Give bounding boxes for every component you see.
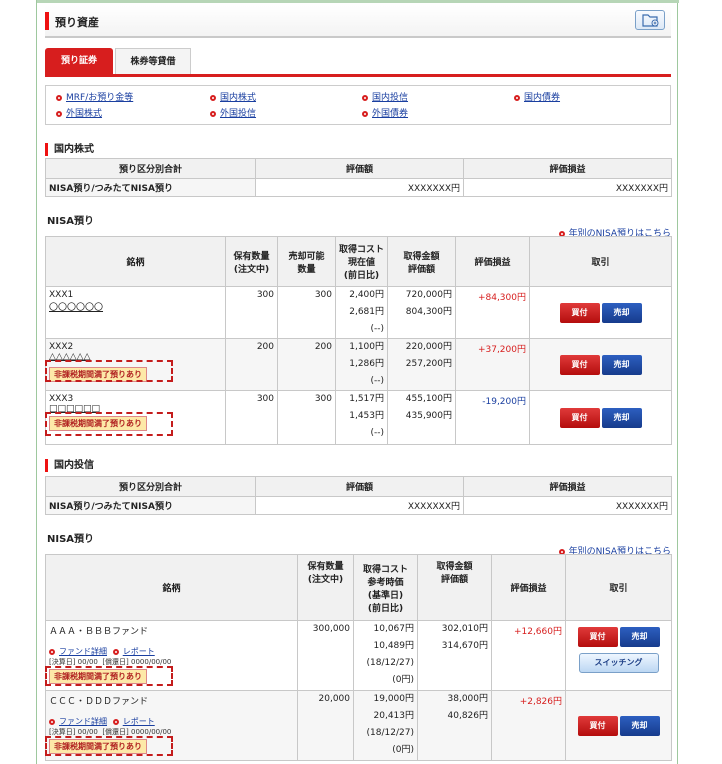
sell-button[interactable]: 売却 xyxy=(601,302,642,323)
main-frame: 預り資産 預り証券 株券等貸借 MRF/お預り金等 国内株式 国内投信 国内債券… xyxy=(36,0,679,764)
buy-button[interactable]: 買付 xyxy=(577,627,618,647)
asset-links: MRF/お預り金等 国内株式 国内投信 国内債券 外国株式 外国投信 外国債券 xyxy=(45,85,671,125)
link-mrf[interactable]: MRF/お預り金等 xyxy=(56,90,133,103)
sell-button[interactable]: 売却 xyxy=(601,407,642,428)
section-domestic-stock: 国内株式 xyxy=(45,140,94,156)
fund-detail-link[interactable]: ファンド詳細 xyxy=(59,647,107,656)
highlight-box xyxy=(45,736,173,756)
bullet-icon xyxy=(362,94,368,101)
tab-bar: 預り証券 株券等貸借 xyxy=(45,48,671,77)
buy-button[interactable]: 買付 xyxy=(559,407,600,428)
bullet-icon xyxy=(56,110,62,117)
switching-button[interactable]: スイッチング xyxy=(578,653,659,673)
highlight-box xyxy=(45,666,173,686)
bullet-icon xyxy=(210,110,216,117)
stock-name-link[interactable]: 〇〇〇〇〇〇 xyxy=(49,300,222,313)
stock-nisa-title: NISA預り xyxy=(47,216,95,227)
buy-button[interactable]: 買付 xyxy=(559,302,600,323)
stock-summary-table: 預り区分別合計 評価額 評価損益 NISA預り/つみたてNISA預り XXXXXXX円… xyxy=(45,158,672,197)
fund-report-link[interactable]: レポート xyxy=(123,647,155,656)
page-header: 預り資産 xyxy=(45,6,671,38)
fund-report-link[interactable]: レポート xyxy=(123,717,155,726)
bullet-icon xyxy=(49,718,55,725)
sell-button[interactable]: 売却 xyxy=(601,354,642,375)
table-row: XXX1 〇〇〇〇〇〇 300 300 2,400円 2,681円 (--) 720,… xyxy=(45,286,672,339)
link-domestic-bond[interactable]: 国内債券 xyxy=(514,90,560,103)
bullet-icon xyxy=(112,718,119,725)
fund-summary-table: 預り区分別合計 評価額 評価損益 NISA預り/つみたてNISA預り XXXXXXX円… xyxy=(45,476,672,515)
link-domestic-stock[interactable]: 国内株式 xyxy=(210,90,256,103)
section-domestic-fund: 国内投信 xyxy=(45,456,94,472)
sell-button[interactable]: 売却 xyxy=(619,715,660,736)
bullet-icon xyxy=(210,94,216,101)
bullet-icon xyxy=(362,110,368,117)
fund-detail-link[interactable]: ファンド詳細 xyxy=(59,717,107,726)
header-accent xyxy=(45,12,49,30)
top-bar xyxy=(37,0,679,3)
folder-add-icon[interactable] xyxy=(635,10,665,30)
bullet-icon xyxy=(56,94,62,101)
tab-lending[interactable]: 株券等貸借 xyxy=(115,48,191,74)
tab-securities[interactable]: 預り証券 xyxy=(45,48,113,74)
fund-name: ＣＣＣ・ＤＤＤファンド xyxy=(49,697,149,707)
sell-button[interactable]: 売却 xyxy=(619,627,660,647)
fund-nisa-title: NISA預り xyxy=(47,534,95,545)
buy-button[interactable]: 買付 xyxy=(559,354,600,375)
bullet-icon xyxy=(514,94,520,101)
link-foreign-bond[interactable]: 外国債券 xyxy=(362,106,408,119)
buy-button[interactable]: 買付 xyxy=(577,715,618,736)
fund-nisa-table: 銘柄 保有数量 (注文中) 取得コスト 参考時価 (基準日) (前日比) 取得金額 評価額… xyxy=(45,554,672,761)
link-foreign-fund[interactable]: 外国投信 xyxy=(210,106,256,119)
page-title: 預り資産 xyxy=(55,16,99,29)
link-foreign-stock[interactable]: 外国株式 xyxy=(56,106,102,119)
fund-name: ＡＡＡ・ＢＢＢファンド xyxy=(49,627,149,637)
bullet-icon xyxy=(49,648,55,655)
content: 預り資産 預り証券 株券等貸借 MRF/お預り金等 国内株式 国内投信 国内債券… xyxy=(45,6,672,761)
link-domestic-fund[interactable]: 国内投信 xyxy=(362,90,408,103)
highlight-box xyxy=(45,412,173,436)
bullet-icon xyxy=(112,648,119,655)
highlight-box xyxy=(45,360,173,382)
